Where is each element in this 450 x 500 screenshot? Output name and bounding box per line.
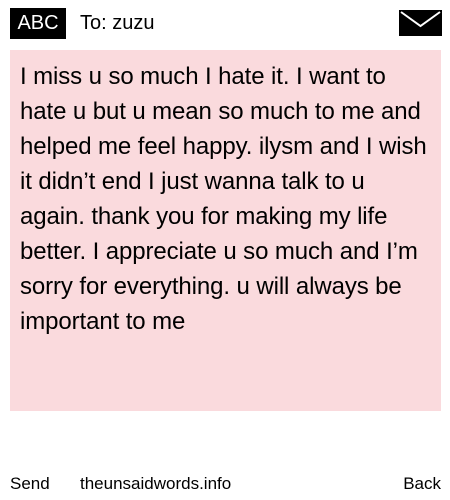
send-button[interactable]: Send: [10, 470, 50, 498]
input-mode-badge[interactable]: ABC: [10, 8, 66, 39]
back-button[interactable]: Back: [403, 470, 441, 498]
site-url: theunsaidwords.info: [80, 474, 232, 493]
message-body: I miss u so much I hate it. I want to ha…: [20, 63, 427, 335]
envelope-icon: [399, 10, 442, 36]
top-bar: ABC To: zuzu: [0, 0, 450, 48]
bottom-bar: Send theunsaidwords.info Back: [0, 470, 450, 498]
recipient-label: To: zuzu: [80, 12, 155, 34]
message-box: I miss u so much I hate it. I want to ha…: [10, 50, 441, 411]
